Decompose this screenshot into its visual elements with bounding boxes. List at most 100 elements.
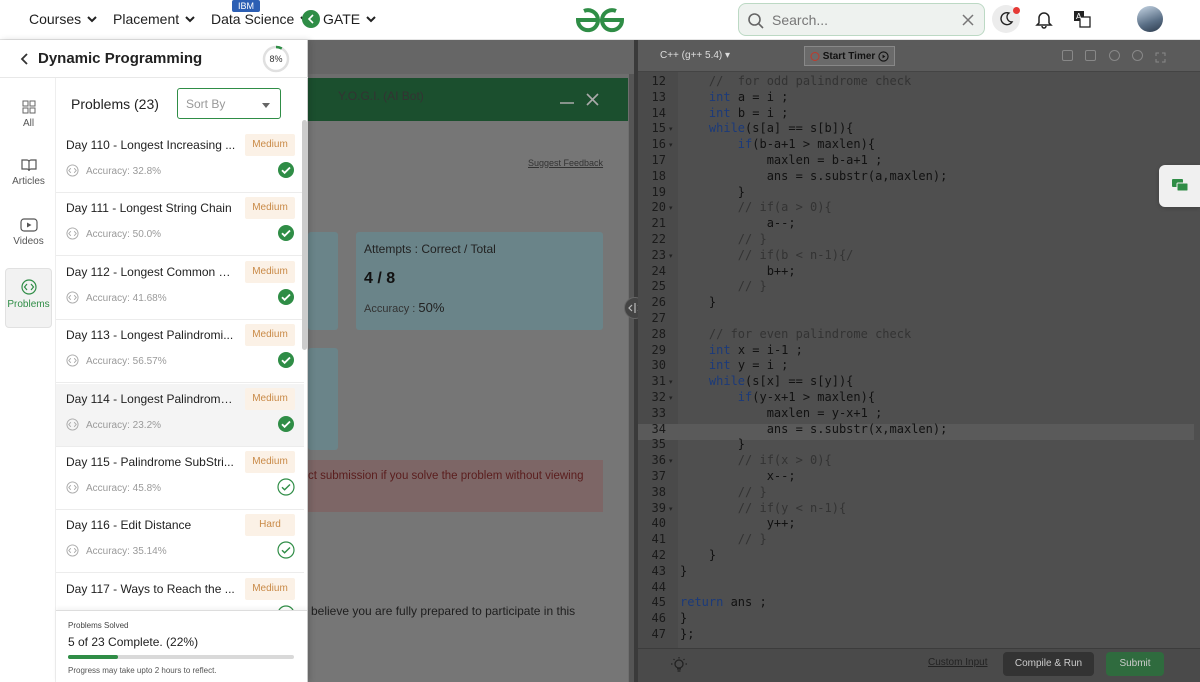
code-line[interactable]: } — [680, 548, 716, 564]
code-line[interactable]: // } — [680, 232, 767, 248]
problem-accuracy: Accuracy: 56.57% — [86, 356, 167, 368]
code-line[interactable]: } — [680, 185, 745, 201]
compile-run-button[interactable]: Compile & Run — [1003, 652, 1094, 676]
progress-percent: 8% — [269, 54, 283, 64]
code-line[interactable]: b++; — [680, 264, 796, 280]
bulb-icon[interactable] — [670, 656, 688, 674]
close-icon[interactable] — [961, 13, 975, 27]
search-input[interactable]: Search... — [772, 12, 828, 28]
collapse-panel-button[interactable] — [302, 10, 320, 28]
fold-arrow-icon[interactable]: ▾ — [669, 378, 673, 386]
chat-button[interactable] — [1159, 165, 1200, 207]
code-icon — [66, 418, 79, 431]
line-number: 17 — [651, 153, 666, 167]
bell-icon[interactable] — [1034, 9, 1054, 29]
code-line[interactable]: while(s[a] == s[b]){ — [680, 121, 854, 137]
problem-row[interactable]: Day 111 - Longest String Chain Medium Accu… — [56, 193, 304, 257]
code-line[interactable]: // } — [680, 485, 767, 501]
code-line[interactable]: while(s[x] == s[y]){ — [680, 374, 854, 390]
code-line[interactable]: } — [680, 611, 687, 627]
fold-arrow-icon[interactable]: ▾ — [669, 125, 673, 133]
code-line[interactable]: ans = s.substr(a,maxlen); — [680, 169, 948, 185]
code-line[interactable]: int x = i-1 ; — [680, 343, 803, 359]
code-icon — [66, 481, 79, 494]
back-chevron-icon[interactable] — [20, 53, 30, 65]
minimize-icon[interactable] — [560, 98, 574, 104]
line-number: 33 — [651, 405, 666, 420]
code-line[interactable]: if(y-x+1 > maxlen){ — [680, 390, 875, 406]
code-line[interactable]: } — [680, 295, 716, 311]
code-line[interactable]: // } — [680, 532, 767, 548]
code-line[interactable]: // if(x > 0){ — [680, 453, 832, 469]
nav-placement[interactable]: Placement — [113, 11, 197, 27]
code-line[interactable]: }; — [680, 627, 694, 643]
code-line[interactable]: // if(a > 0){ — [680, 200, 832, 216]
problem-row[interactable]: Day 116 - Edit Distance Hard Accuracy: 35.… — [56, 510, 304, 574]
scrollbar[interactable] — [302, 120, 307, 350]
search-bar[interactable]: Search... — [738, 3, 985, 36]
fold-arrow-icon[interactable]: ▾ — [669, 394, 673, 402]
category-all[interactable]: All — [5, 90, 52, 150]
code-line[interactable]: a--; — [680, 216, 796, 232]
translate-icon[interactable]: A — [1073, 10, 1091, 28]
nav-courses[interactable]: Courses — [29, 11, 99, 27]
code-line[interactable]: x--; — [680, 469, 796, 485]
code-line[interactable]: // if(b < n-1){/ — [680, 248, 854, 264]
custom-input-link[interactable]: Custom Input — [928, 657, 987, 668]
line-number: 20 — [651, 200, 666, 215]
category-articles[interactable]: Articles — [5, 148, 52, 208]
code-line[interactable]: // for even palindrome check — [680, 327, 911, 343]
language-select[interactable]: C++ (g++ 5.4) ▾ — [660, 50, 730, 61]
problem-row[interactable]: Day 110 - Longest Increasing ... Medium Ac… — [56, 130, 304, 193]
problem-row[interactable]: Day 112 - Longest Common S... Medium Accur… — [56, 256, 304, 320]
line-number: 18 — [651, 168, 666, 183]
fold-arrow-icon[interactable]: ▾ — [669, 252, 673, 260]
nav-gate[interactable]: GATE — [323, 11, 378, 27]
fullscreen-icon[interactable] — [1155, 50, 1166, 63]
code-line[interactable]: ans = s.substr(x,maxlen); — [680, 422, 948, 438]
fold-arrow-icon[interactable]: ▾ — [669, 505, 673, 513]
code-line[interactable]: int y = i ; — [680, 358, 788, 374]
dark-mode-toggle[interactable] — [992, 5, 1020, 33]
file-icon[interactable] — [1085, 50, 1096, 61]
suggest-feedback-link[interactable]: Suggest Feedback — [528, 158, 603, 168]
fold-arrow-icon[interactable]: ▾ — [669, 204, 673, 212]
code-line[interactable]: maxlen = b-a+1 ; — [680, 153, 883, 169]
problem-row[interactable]: Day 115 - Palindrome SubStri... Medium Acc… — [56, 447, 304, 510]
avatar[interactable] — [1137, 6, 1163, 32]
close-icon[interactable] — [586, 93, 599, 106]
language-label: C++ (g++ 5.4) — [660, 50, 723, 61]
reset-icon[interactable] — [1132, 50, 1143, 61]
code-line[interactable]: } — [680, 437, 745, 453]
start-timer-button[interactable]: Start Timer — [804, 46, 895, 66]
copy-icon[interactable] — [1062, 50, 1073, 61]
code-line[interactable]: maxlen = y-x+1 ; — [680, 406, 883, 422]
problem-row[interactable]: Day 114 - Longest Palindrome... Medium Acc… — [56, 383, 304, 447]
code-line[interactable]: } — [680, 564, 687, 580]
nav-data-science-label: Data Science — [211, 11, 295, 27]
gfg-logo[interactable] — [574, 6, 626, 34]
settings-icon[interactable] — [1109, 50, 1120, 61]
nav-data-science[interactable]: Data Science — [211, 11, 312, 27]
line-number: 46 — [651, 611, 666, 626]
code-line[interactable]: // if(y < n-1){ — [680, 501, 846, 517]
category-problems[interactable]: Problems — [5, 268, 52, 328]
code-line[interactable]: return ans ; — [680, 595, 767, 611]
fold-arrow-icon[interactable]: ▾ — [669, 141, 673, 149]
submissions-tab[interactable]: Submissions — [385, 10, 462, 22]
line-number: 35 — [651, 437, 666, 452]
fold-arrow-icon[interactable]: ▾ — [669, 457, 673, 465]
code-line[interactable]: int b = i ; — [680, 106, 788, 122]
code-line[interactable]: // for odd palindrome check — [680, 74, 911, 90]
code-line[interactable]: y++; — [680, 516, 796, 532]
submit-button[interactable]: Submit — [1106, 652, 1164, 676]
code-line[interactable]: if(b-a+1 > maxlen){ — [680, 137, 875, 153]
category-videos[interactable]: Videos — [5, 208, 52, 268]
sort-by-select[interactable]: Sort By — [177, 88, 281, 119]
tab-ai-bot[interactable]: Y.O.G.I. (AI Bot) — [338, 89, 424, 103]
code-line[interactable]: int a = i ; — [680, 90, 788, 106]
code-line[interactable]: // } — [680, 279, 767, 295]
problem-row[interactable]: Day 113 - Longest Palindromi... Medium Acc… — [56, 320, 304, 384]
code-icon — [66, 354, 79, 367]
code-lines[interactable]: 12 // for odd palindrome check 13 int a =… — [638, 74, 1200, 649]
